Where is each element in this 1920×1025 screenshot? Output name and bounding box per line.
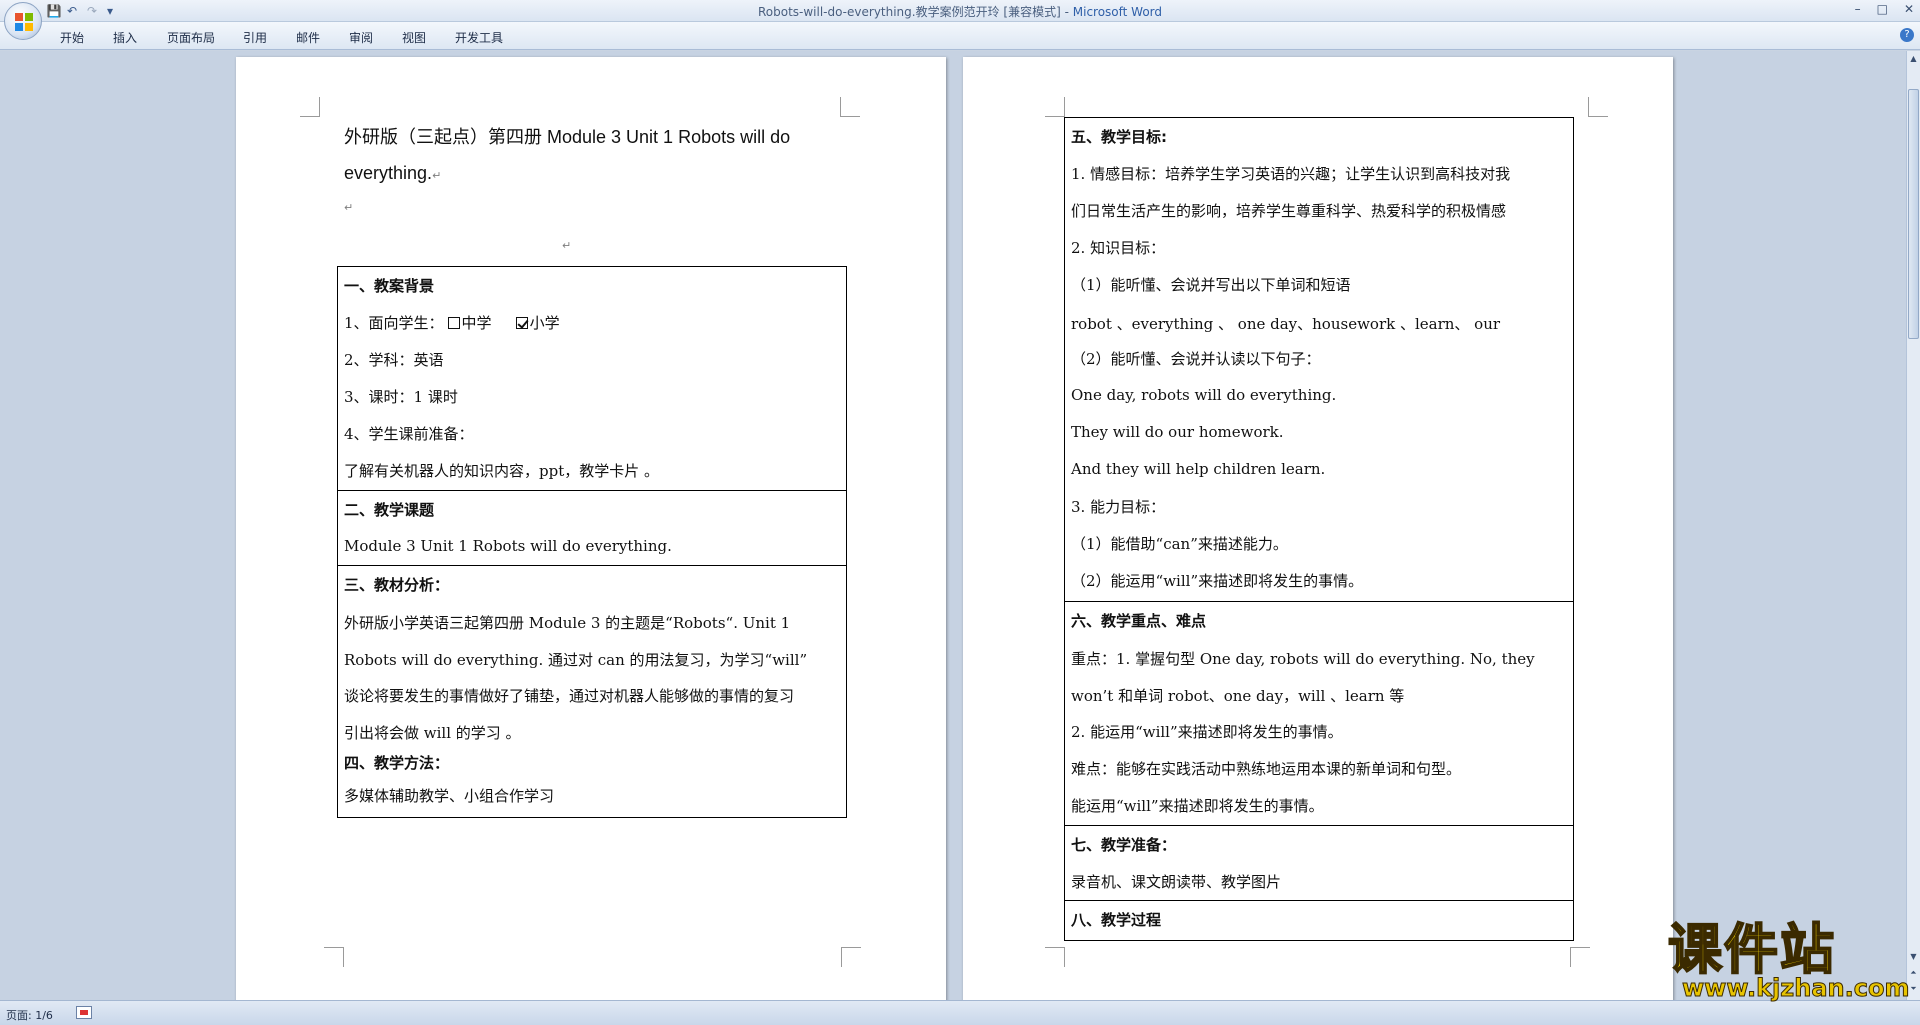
option-primary-school-label: 小学: [529, 314, 560, 332]
paragraph-mark: ↵: [344, 201, 354, 214]
checkbox-middle-school[interactable]: [447, 317, 460, 329]
scroll-up-arrow-icon[interactable]: ▲: [1908, 53, 1919, 65]
objective-line: （2）能运用“will”来描述即将发生的事情。: [1071, 572, 1364, 590]
crop-mark: [1570, 947, 1590, 967]
close-button[interactable]: ✕: [1904, 2, 1914, 16]
title-separator: -: [1060, 5, 1073, 19]
section-heading: 五、教学目标:: [1071, 128, 1167, 146]
lesson-table-2: 五、教学目标: 1. 情感目标：培养学生学习英语的兴趣；让学生认识到高科技对我 …: [1064, 117, 1574, 941]
section-heading: 三、教材分析：: [344, 576, 450, 594]
proofing-icon[interactable]: [76, 1006, 92, 1019]
help-icon[interactable]: ?: [1900, 28, 1914, 42]
crop-mark: [324, 947, 344, 967]
preparation-line: 4、学生课前准备：: [344, 425, 474, 443]
key-point-line: won’t 和单词 robot、one day，will 、learn 等: [1071, 687, 1405, 705]
tab-developer[interactable]: 开发工具: [455, 29, 503, 46]
status-bar: 页面: 1/6: [0, 1000, 1920, 1025]
vertical-scrollbar[interactable]: ▲ ▼ ⏶ ⏷: [1906, 51, 1920, 1000]
table-row-key-points: 六、教学重点、难点 重点：1. 掌握句型 One day, robots wil…: [1065, 602, 1573, 826]
watermark-url: www.kjzhan.com: [1681, 974, 1910, 1003]
page-count[interactable]: 页面: 1/6: [6, 1007, 53, 1023]
crop-mark: [841, 947, 861, 967]
objective-line: （1）能借助“can”来描述能力。: [1071, 535, 1288, 553]
crop-mark: [1588, 97, 1608, 117]
table-row-preparation: 七、教学准备： 录音机、课文朗读带、教学图片: [1065, 826, 1573, 901]
crop-mark: [1045, 97, 1065, 117]
subject-line: 2、学科：英语: [344, 351, 444, 369]
scrollbar-thumb[interactable]: [1908, 89, 1919, 339]
section-heading: 八、教学过程: [1071, 911, 1162, 929]
window-title: Robots-will-do-everything.教学案例范开玲 [兼容模式]…: [0, 3, 1920, 20]
section-heading: 四、教学方法：: [344, 754, 450, 772]
document-name: Robots-will-do-everything.教学案例范开玲 [兼容模式]: [757, 5, 1061, 19]
ribbon-tabs: 开始 插入 页面布局 引用 邮件 审阅 视图 开发工具 ?: [0, 22, 1920, 50]
target-students-label: 1、面向学生：: [344, 314, 444, 332]
objective-line: And they will help children learn.: [1071, 460, 1326, 478]
document-page-1[interactable]: 外研版（三起点）第四册 Module 3 Unit 1 Robots will …: [236, 57, 946, 1000]
tab-mailings[interactable]: 邮件: [296, 29, 320, 46]
difficulty-line: 难点：能够在实践活动中熟练地运用本课的新单词和句型。: [1071, 760, 1462, 778]
target-students-line: 1、面向学生： 中学 小学: [344, 312, 560, 333]
objective-line: 1. 情感目标：培养学生学习英语的兴趣；让学生认识到高科技对我: [1071, 165, 1511, 183]
section-heading: 一、教案背景: [344, 277, 435, 295]
table-row-objectives: 五、教学目标: 1. 情感目标：培养学生学习英语的兴趣；让学生认识到高科技对我 …: [1065, 118, 1573, 602]
preparation-items: 录音机、课文朗读带、教学图片: [1071, 873, 1282, 891]
analysis-line: 引出将会做 will 的学习 。: [344, 724, 521, 742]
objective-line: One day, robots will do everything.: [1071, 386, 1337, 404]
title-bar: 💾 ↶ ↷ ▾ Robots-will-do-everything.教学案例范开…: [0, 0, 1920, 22]
section-heading: 二、教学课题: [344, 501, 435, 519]
document-title-cont: everything.↵: [344, 163, 442, 183]
objective-line: They will do our homework.: [1071, 423, 1284, 441]
method-line: 多媒体辅助教学、小组合作学习: [344, 787, 555, 805]
scroll-down-arrow-icon[interactable]: ▼: [1908, 951, 1919, 963]
minimize-button[interactable]: –: [1855, 2, 1861, 16]
analysis-line: 外研版小学英语三起第四册 Module 3 的主题是“Robots“. Unit…: [344, 614, 791, 632]
watermark-text: 课件站: [1667, 918, 1836, 981]
document-page-2[interactable]: 五、教学目标: 1. 情感目标：培养学生学习英语的兴趣；让学生认识到高科技对我 …: [963, 57, 1673, 1000]
next-page-icon[interactable]: ⏷: [1908, 983, 1919, 995]
topic-line: Module 3 Unit 1 Robots will do everythin…: [344, 537, 672, 555]
objective-line: （2）能听懂、会说并认读以下句子：: [1071, 350, 1321, 368]
crop-mark: [300, 97, 320, 117]
section-heading: 六、教学重点、难点: [1071, 612, 1207, 630]
key-point-line: 重点：1. 掌握句型 One day, robots will do every…: [1071, 650, 1535, 668]
tab-home[interactable]: 开始: [60, 29, 84, 46]
office-button[interactable]: [4, 2, 42, 40]
tab-insert[interactable]: 插入: [113, 29, 137, 46]
office-logo-icon: [15, 13, 33, 31]
app-name: Microsoft Word: [1072, 5, 1163, 19]
section-heading: 七、教学准备：: [1071, 836, 1177, 854]
analysis-line: Robots will do everything. 通过对 can 的用法复习…: [344, 651, 808, 669]
previous-page-icon[interactable]: ⏶: [1908, 967, 1919, 979]
analysis-line: 谈论将要发生的事情做好了铺垫，通过对机器人能够做的事情的复习: [344, 687, 795, 705]
maximize-button[interactable]: □: [1877, 2, 1888, 16]
crop-mark: [1045, 947, 1065, 967]
objective-line: （1）能听懂、会说并写出以下单词和短语: [1071, 276, 1351, 294]
period-line: 3、课时：1 课时: [344, 388, 458, 406]
tab-review[interactable]: 审阅: [349, 29, 373, 46]
window-controls: – □ ✕: [1855, 2, 1914, 16]
option-middle-school-label: 中学: [461, 314, 492, 332]
paragraph-mark: ↵: [562, 239, 572, 252]
table-row-analysis: 三、教材分析： 外研版小学英语三起第四册 Module 3 的主题是“Robot…: [338, 566, 846, 819]
objective-line: 2. 知识目标：: [1071, 239, 1166, 257]
table-row-background: 一、教案背景 1、面向学生： 中学 小学 2、学科：英语 3、课时：1 课时 4、学…: [338, 267, 846, 491]
objective-line: 3. 能力目标：: [1071, 498, 1166, 516]
key-point-line: 2. 能运用“will”来描述即将发生的事情。: [1071, 723, 1343, 741]
preparation-content: 了解有关机器人的知识内容，ppt，教学卡片 。: [344, 462, 660, 480]
objective-line: 们日常生活产生的影响，培养学生尊重科学、热爱科学的积极情感: [1071, 202, 1507, 220]
checkbox-primary-school[interactable]: [515, 317, 528, 329]
document-workspace: 外研版（三起点）第四册 Module 3 Unit 1 Robots will …: [0, 51, 1906, 1000]
objective-line: robot 、everything 、 one day、housework 、l…: [1071, 315, 1501, 333]
crop-mark: [840, 97, 860, 117]
table-row-process: 八、教学过程: [1065, 901, 1573, 942]
document-title: 外研版（三起点）第四册 Module 3 Unit 1 Robots will …: [344, 127, 791, 147]
difficulty-line: 能运用“will”来描述即将发生的事情。: [1071, 797, 1324, 815]
table-row-topic: 二、教学课题 Module 3 Unit 1 Robots will do ev…: [338, 491, 846, 566]
tab-page-layout[interactable]: 页面布局: [167, 29, 215, 46]
lesson-table-1: 一、教案背景 1、面向学生： 中学 小学 2、学科：英语 3、课时：1 课时 4、学…: [337, 266, 847, 818]
tab-view[interactable]: 视图: [402, 29, 426, 46]
watermark-logo: 课件站 www.kjzhan.com: [1667, 918, 1910, 1003]
tab-references[interactable]: 引用: [243, 29, 267, 46]
